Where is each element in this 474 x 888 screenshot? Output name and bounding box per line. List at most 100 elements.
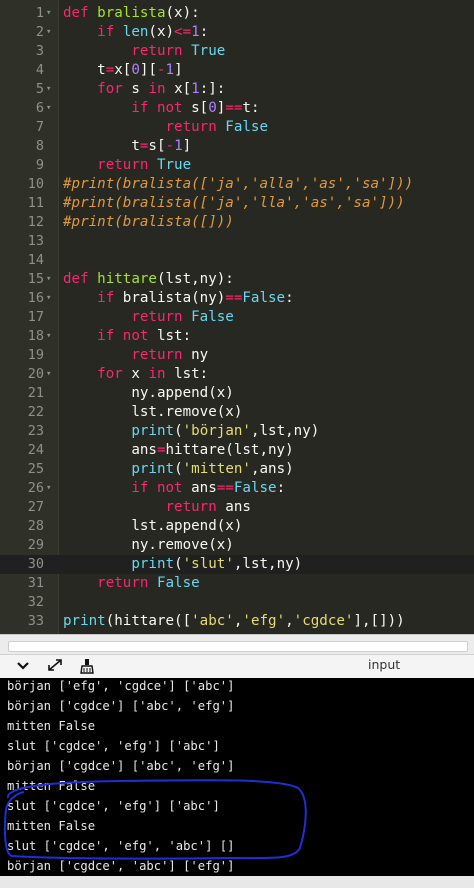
fold-toggle-icon[interactable]: ▾: [46, 99, 51, 118]
line-number: 9: [35, 157, 44, 173]
code-line[interactable]: 4 t=x[0][-1]: [0, 61, 474, 80]
code-token: False: [233, 480, 277, 496]
code-line[interactable]: 27 return ans: [0, 498, 474, 517]
code-line[interactable]: 6 ▾ if not s[0]==t:: [0, 99, 474, 118]
code-line[interactable]: 12 #print(bralista([])): [0, 213, 474, 232]
code-token: #print(bralista([])): [63, 214, 234, 230]
line-number: 22: [27, 404, 44, 420]
line-number: 33: [27, 613, 44, 629]
code-line[interactable]: 14: [0, 251, 474, 270]
code-line[interactable]: 16 ▾ if bralista(ny)==False:: [0, 289, 474, 308]
fold-toggle-icon[interactable]: ▾: [46, 23, 51, 42]
code-token: 'cgdce': [293, 613, 354, 629]
code-text: for s in x[1:]:: [63, 80, 225, 99]
code-line[interactable]: 11 #print(bralista(['ja','lla','as','sa']…: [0, 194, 474, 213]
code-line[interactable]: 10 #print(bralista(['ja','alla','as','sa'…: [0, 175, 474, 194]
code-token: hittare(lst,ny): [165, 442, 294, 458]
code-token: ,: [285, 613, 294, 629]
code-token: (: [174, 423, 183, 439]
code-line[interactable]: 15 ▾ def hittare(lst,ny):: [0, 270, 474, 289]
code-token: x: [131, 366, 149, 382]
code-line[interactable]: 28 lst.append(x): [0, 517, 474, 536]
fold-toggle-icon[interactable]: ▾: [46, 479, 51, 498]
code-line[interactable]: 5 ▾ for s in x[1:]:: [0, 80, 474, 99]
expand-arrows-icon[interactable]: [46, 658, 64, 674]
chevron-down-icon[interactable]: [14, 658, 32, 674]
code-text: return False: [63, 118, 269, 137]
code-line[interactable]: 29 ny.remove(x): [0, 536, 474, 555]
code-line[interactable]: 20 ▾ for x in lst:: [0, 365, 474, 384]
code-token: 'början': [182, 423, 251, 439]
code-line[interactable]: 21 ny.append(x): [0, 384, 474, 403]
scrollbar-track[interactable]: [8, 641, 468, 652]
code-text: print('början',lst,ny): [63, 422, 319, 441]
code-text: return ans: [63, 498, 251, 517]
line-number: 19: [27, 347, 44, 363]
code-text: if not ans==False:: [63, 479, 285, 498]
code-editor[interactable]: 1 ▾ def bralista(x): 2 ▾ if len(x)<=1: 3 retu…: [0, 0, 474, 634]
line-number: 18: [27, 328, 44, 344]
code-line[interactable]: 17 return False: [0, 308, 474, 327]
code-line[interactable]: 26 ▾ if not ans==False:: [0, 479, 474, 498]
code-token: ny.remove(x): [63, 537, 234, 553]
code-line[interactable]: 33 print(hittare(['abc','efg','cgdce'],[]…: [0, 612, 474, 631]
fold-toggle-icon[interactable]: ▾: [46, 365, 51, 384]
console-output-line: slut ['cgdce', 'efg', 'abc'] []: [7, 839, 235, 853]
code-token: print: [63, 613, 106, 629]
code-line[interactable]: 9 return True: [0, 156, 474, 175]
code-line[interactable]: 3 return True: [0, 42, 474, 61]
code-line[interactable]: 23 print('början',lst,ny): [0, 422, 474, 441]
broom-icon[interactable]: [78, 658, 96, 674]
code-token: ans: [225, 499, 251, 515]
horizontal-scrollbar[interactable]: [0, 634, 474, 655]
bottom-status-bar: [0, 876, 474, 888]
code-text: lst.append(x): [63, 517, 242, 536]
code-line[interactable]: 24 ans=hittare(lst,ny): [0, 441, 474, 460]
code-line[interactable]: 1 ▾ def bralista(x):: [0, 4, 474, 23]
input-label: input: [368, 657, 401, 672]
code-line[interactable]: 2 ▾ if len(x)<=1:: [0, 23, 474, 42]
code-line[interactable]: 31 return False: [0, 574, 474, 593]
code-token: 0: [131, 62, 140, 78]
code-token: ans: [63, 442, 157, 458]
code-line[interactable]: 22 lst.remove(x): [0, 403, 474, 422]
code-text: return False: [63, 308, 234, 327]
code-line[interactable]: 32: [0, 593, 474, 612]
code-line[interactable]: 8 t=s[-1]: [0, 137, 474, 156]
line-number: 3: [35, 43, 44, 59]
console-output-line: slut ['cgdce', 'efg'] ['abc']: [7, 739, 220, 753]
code-token: if not: [131, 480, 192, 496]
line-number: 4: [35, 62, 44, 78]
code-line[interactable]: 18 ▾ if not lst:: [0, 327, 474, 346]
code-line[interactable]: 30 print('slut',lst,ny): [0, 555, 474, 574]
code-line[interactable]: 19 return ny: [0, 346, 474, 365]
line-number: 11: [27, 195, 44, 211]
code-line[interactable]: 25 print('mitten',ans): [0, 460, 474, 479]
code-token: #print(bralista(['ja','alla','as','sa'])…: [63, 176, 414, 192]
code-token: return: [131, 43, 192, 59]
code-token: 1: [191, 24, 200, 40]
fold-toggle-icon[interactable]: ▾: [46, 270, 51, 289]
fold-toggle-icon[interactable]: ▾: [46, 327, 51, 346]
code-token: lst.remove(x): [63, 404, 243, 420]
code-token: s[: [148, 138, 166, 154]
code-token: ans: [191, 480, 217, 496]
code-token: hittare: [97, 271, 157, 287]
code-token: -: [165, 138, 175, 154]
fold-toggle-icon[interactable]: ▾: [46, 80, 51, 99]
fold-toggle-icon[interactable]: ▾: [46, 4, 51, 23]
line-number: 5: [35, 81, 44, 97]
code-line[interactable]: 13: [0, 232, 474, 251]
line-number: 32: [27, 594, 44, 610]
code-line[interactable]: 7 return False: [0, 118, 474, 137]
fold-toggle-icon[interactable]: ▾: [46, 289, 51, 308]
line-number: 25: [27, 461, 44, 477]
code-token: False: [225, 119, 269, 135]
code-text: return False: [63, 574, 200, 593]
code-token: if not: [131, 100, 192, 116]
code-token: return: [97, 157, 157, 173]
